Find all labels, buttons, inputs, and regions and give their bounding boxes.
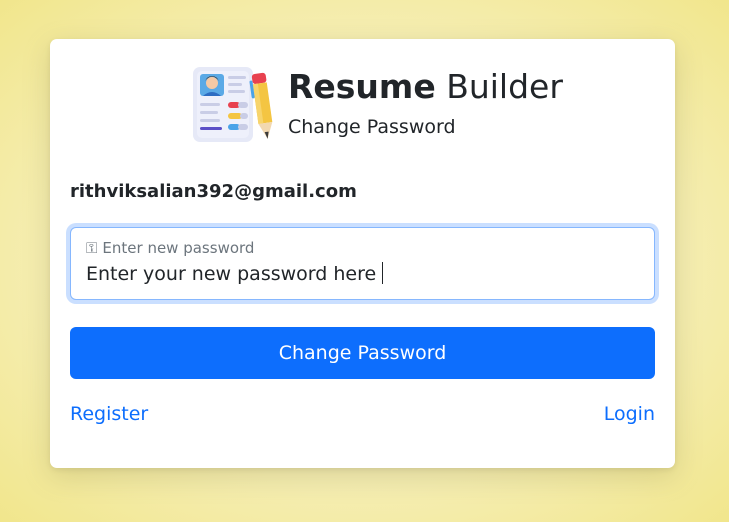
user-email: rithviksalian392@gmail.com <box>70 181 357 202</box>
app-title: Resume Builder <box>288 67 563 106</box>
new-password-field[interactable]: ⚿ Enter new password Enter your new passw… <box>70 227 655 300</box>
change-password-button[interactable]: Change Password <box>70 327 655 379</box>
login-link[interactable]: Login <box>604 403 655 425</box>
change-password-card: Resume Builder Change Password rithviksa… <box>50 39 675 468</box>
register-link[interactable]: Register <box>70 403 148 425</box>
key-icon: ⚿ <box>86 239 98 257</box>
new-password-input[interactable]: Enter your new password here <box>86 262 384 285</box>
resume-logo-icon <box>193 67 273 142</box>
brand-header: Resume Builder Change Password <box>190 61 563 145</box>
page-subtitle: Change Password <box>288 116 456 138</box>
new-password-label: ⚿ Enter new password <box>86 239 255 257</box>
text-cursor <box>382 262 384 284</box>
